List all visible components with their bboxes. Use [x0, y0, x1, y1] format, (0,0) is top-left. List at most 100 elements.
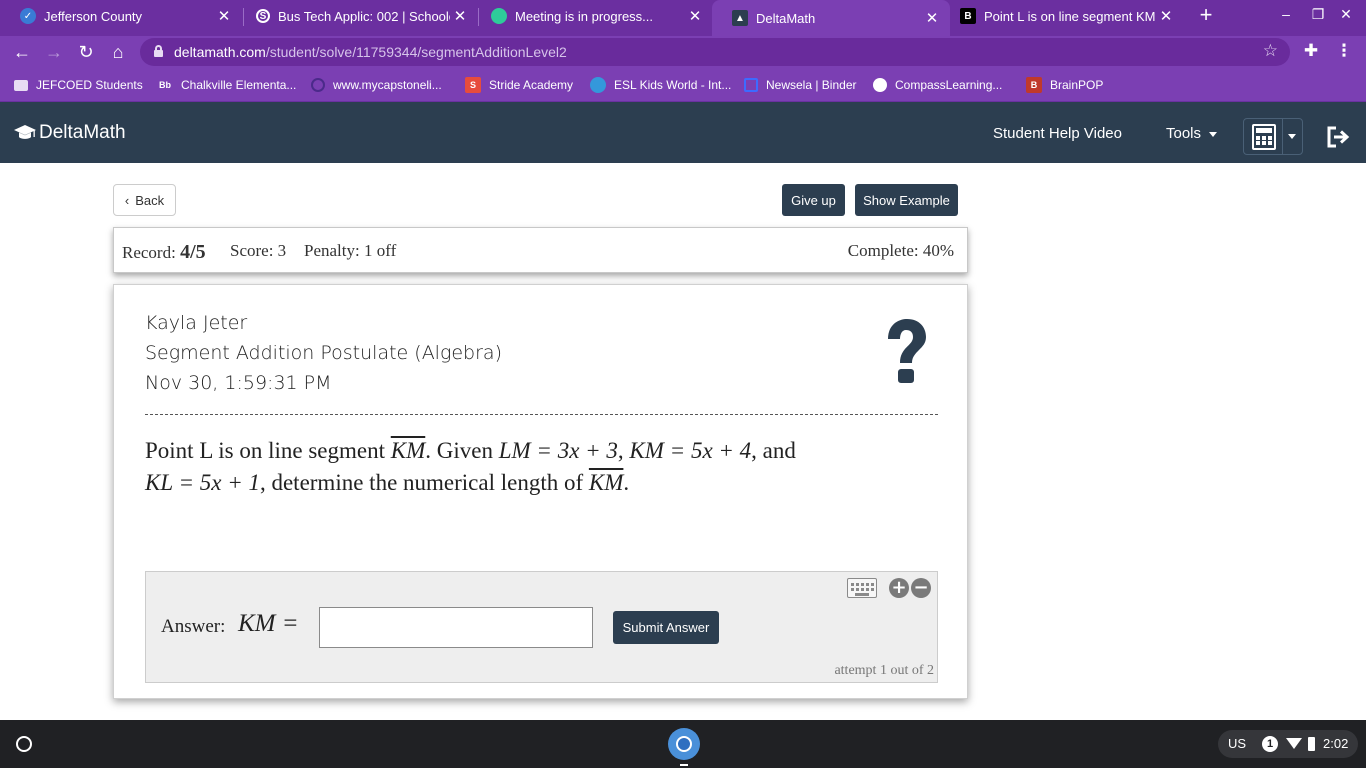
minimize-icon[interactable]: –: [1276, 6, 1296, 22]
lock-icon: [154, 45, 163, 57]
bookmark-compass[interactable]: CompassLearning...: [873, 76, 1002, 94]
bookmark-label: JEFCOED Students: [36, 78, 143, 92]
tab-bus-tech[interactable]: S Bus Tech Applic: 002 | Schoolog ✕: [236, 0, 478, 32]
bookmark-star-icon[interactable]: ☆: [1263, 41, 1278, 61]
home-icon[interactable]: ⌂: [106, 40, 130, 64]
calculator-icon: [1252, 124, 1276, 150]
bookmark-label: Newsela | Binder: [766, 78, 857, 92]
compass-icon: [873, 78, 887, 92]
bookmark-label: BrainPOP: [1050, 78, 1104, 92]
close-icon[interactable]: ✕: [1156, 7, 1176, 25]
back-arrow-icon[interactable]: ←: [10, 40, 34, 64]
browser-menu-icon[interactable]: ⋮: [1334, 41, 1354, 61]
record-label: Record:: [122, 243, 176, 262]
wifi-icon: [1286, 738, 1302, 749]
stride-icon: S: [465, 77, 481, 93]
bookmark-esl-kids[interactable]: ESL Kids World - Int...: [590, 76, 731, 94]
tab-jefferson-county[interactable]: ✓ Jefferson County ✕: [0, 0, 242, 32]
system-tray[interactable]: US 1 2:02: [1218, 730, 1358, 758]
extensions-puzzle-icon[interactable]: ✚: [1300, 41, 1322, 61]
close-icon[interactable]: ✕: [922, 9, 942, 27]
chevron-left-icon: ‹: [124, 192, 130, 208]
chevron-down-icon[interactable]: [1288, 134, 1296, 139]
bookmark-newsela[interactable]: Newsela | Binder: [744, 76, 857, 94]
bookmark-label: CompassLearning...: [895, 78, 1003, 92]
calculator-button[interactable]: [1243, 118, 1303, 155]
chrome-browser-icon[interactable]: [668, 728, 700, 766]
logout-icon[interactable]: [1326, 126, 1350, 148]
tab-title: Bus Tech Applic: 002 | Schoolog: [278, 8, 450, 24]
answer-input[interactable]: [319, 607, 593, 648]
zoom-in-icon[interactable]: +: [889, 578, 909, 598]
caret-down-icon: [1209, 131, 1218, 137]
submit-answer-button[interactable]: Submit Answer: [613, 611, 719, 644]
blackboard-icon: Bb: [159, 80, 171, 90]
bookmark-jefcoed[interactable]: JEFCOED Students: [14, 76, 143, 94]
bookmark-stride[interactable]: S Stride Academy: [465, 76, 573, 94]
close-icon[interactable]: ✕: [450, 7, 470, 25]
tab-meeting[interactable]: Meeting is in progress... ✕: [471, 0, 713, 32]
schoology-favicon-icon: S: [256, 9, 270, 23]
answer-lhs: KM =: [238, 610, 299, 637]
close-icon[interactable]: ✕: [214, 7, 234, 25]
student-help-video-link[interactable]: Student Help Video: [993, 125, 1122, 142]
brand-name: DeltaMath: [39, 122, 126, 143]
problem-topic: Segment Addition Postulate (Algebra): [145, 342, 502, 364]
tools-label: Tools: [1166, 125, 1202, 142]
complete-stat: Complete: 40%: [847, 241, 954, 260]
deltamath-logo[interactable]: DeltaMath: [14, 122, 126, 144]
tools-dropdown[interactable]: Tools: [1166, 125, 1218, 142]
capstone-icon: [311, 78, 325, 92]
browser-tabstrip: ✓ Jefferson County ✕ S Bus Tech Applic: …: [0, 0, 1366, 36]
score-stat: Score: 3: [230, 241, 287, 260]
bookmark-label: www.mycapstoneli...: [333, 78, 442, 92]
keyboard-icon[interactable]: [847, 578, 877, 598]
bookmark-chalkville[interactable]: Bb Chalkville Elementa...: [157, 76, 296, 94]
problem-timestamp: Nov 30, 1:59:31 PM: [145, 372, 332, 394]
problem-text: Point L is on line segment: [145, 438, 391, 463]
address-bar[interactable]: deltamath.com/student/solve/11759344/seg…: [140, 38, 1290, 66]
tab-title: DeltaMath: [756, 10, 816, 26]
launcher-icon[interactable]: [16, 736, 32, 752]
bookmark-label: ESL Kids World - Int...: [614, 78, 732, 92]
bookmark-brainpop[interactable]: B BrainPOP: [1026, 76, 1103, 94]
give-up-button[interactable]: Give up: [782, 184, 845, 216]
equation-kl: KL = 5x + 1: [145, 470, 260, 495]
record-value: 4/5: [180, 241, 206, 263]
segment-km: KM: [390, 438, 426, 463]
close-icon[interactable]: ✕: [685, 7, 705, 25]
new-tab-button[interactable]: +: [1194, 4, 1218, 28]
url-text[interactable]: deltamath.com/student/solve/11759344/seg…: [174, 44, 567, 60]
reload-icon[interactable]: ↻: [74, 40, 98, 64]
tab-title: Point L is on line segment KM.: [984, 8, 1156, 24]
tab-deltamath[interactable]: ▲ DeltaMath ✕: [712, 0, 950, 36]
equation-lm: LM = 3x + 3: [498, 438, 618, 463]
section-divider: [145, 414, 938, 415]
problem-text: . Given: [425, 438, 499, 463]
graduation-cap-icon: [14, 125, 36, 139]
problem-statement: Point L is on line segment KM. Given LM …: [145, 435, 938, 499]
zoom-out-icon[interactable]: −: [911, 578, 931, 598]
restore-icon[interactable]: ❐: [1308, 6, 1328, 23]
bookmark-label: Stride Academy: [489, 78, 574, 92]
url-path: /student/solve/11759344/segmentAdditionL…: [265, 44, 567, 60]
show-example-button[interactable]: Show Example: [855, 184, 958, 216]
battery-icon: [1308, 737, 1315, 751]
back-button[interactable]: ‹ Back: [113, 184, 176, 216]
bookmark-mycapstone[interactable]: www.mycapstoneli...: [311, 76, 442, 94]
back-label: Back: [135, 192, 165, 208]
tab-title: Meeting is in progress...: [515, 8, 654, 24]
close-window-icon[interactable]: ✕: [1336, 6, 1356, 23]
globe-icon: [590, 77, 606, 93]
record-stat: Record: 4/5: [122, 241, 206, 264]
problem-text: ,: [617, 438, 630, 463]
question-mark-icon[interactable]: [882, 317, 930, 387]
forward-arrow-icon[interactable]: →: [42, 40, 66, 64]
brainly-favicon-icon: B: [960, 8, 976, 24]
tab-point-l[interactable]: B Point L is on line segment KM. ✕: [940, 0, 1184, 32]
answer-area: + − Answer: KM = Submit Answer attempt 1…: [145, 571, 938, 683]
segment-km: KM: [588, 470, 624, 495]
newsela-icon: [744, 78, 758, 92]
deltamath-favicon-icon: ▲: [732, 10, 748, 26]
bookmarks-bar: JEFCOED Students Bb Chalkville Elementa.…: [0, 68, 1366, 102]
